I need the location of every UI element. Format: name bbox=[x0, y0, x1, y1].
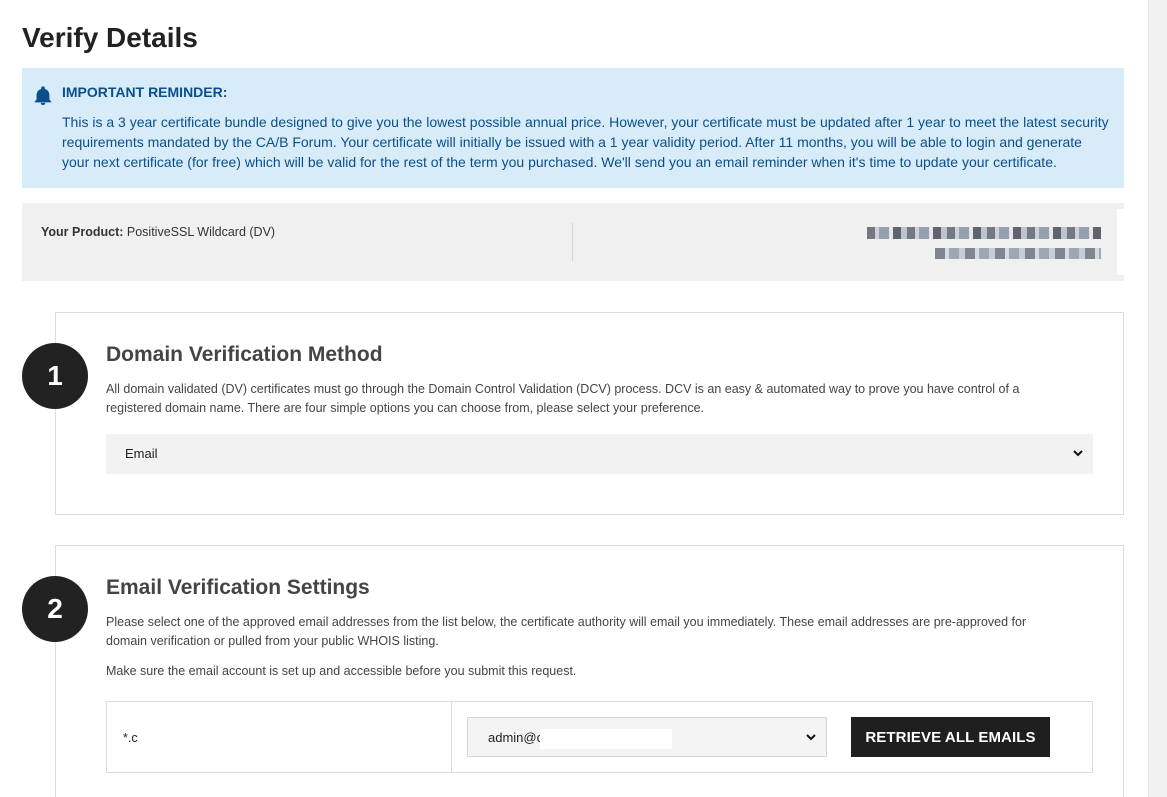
approver-email-value: admin@c bbox=[488, 730, 544, 745]
reminder-body: This is a 3 year certificate bundle desi… bbox=[62, 114, 1109, 170]
step1-title: Domain Verification Method bbox=[106, 343, 383, 366]
retrieve-all-emails-button[interactable]: RETRIEVE ALL EMAILS bbox=[851, 717, 1050, 757]
product-summary: Your Product: PositiveSSL Wildcard (DV) bbox=[22, 203, 1124, 281]
redacted-email-mask bbox=[540, 729, 672, 749]
page-scrollbar[interactable] bbox=[1148, 0, 1167, 797]
step2-description: Please select one of the approved email … bbox=[106, 615, 1027, 648]
verification-method-value: Email bbox=[125, 446, 158, 461]
product-divider bbox=[572, 223, 573, 261]
product-box-edge bbox=[1117, 209, 1124, 275]
product-info: Your Product: PositiveSSL Wildcard (DV) bbox=[41, 225, 275, 239]
email-verification-row: *.c admin@c RETRIEVE ALL EMAILS bbox=[106, 701, 1093, 773]
domain-verification-card: Domain Verification Method All domain va… bbox=[55, 312, 1124, 515]
step1-description: All domain validated (DV) certificates m… bbox=[106, 382, 1020, 415]
chevron-down-icon bbox=[806, 734, 816, 741]
important-reminder-banner: IMPORTANT REMINDER: This is a 3 year cer… bbox=[22, 68, 1124, 188]
chevron-down-icon bbox=[1073, 450, 1083, 457]
redacted-info-line-2 bbox=[935, 248, 1101, 259]
reminder-title: IMPORTANT REMINDER: bbox=[62, 84, 228, 100]
approver-email-select[interactable]: admin@c bbox=[467, 717, 827, 757]
product-value: PositiveSSL Wildcard (DV) bbox=[126, 225, 276, 239]
redacted-info-line-1 bbox=[867, 227, 1101, 239]
step-number-1: 1 bbox=[22, 343, 88, 409]
product-label: Your Product: bbox=[41, 225, 124, 239]
step2-title: Email Verification Settings bbox=[106, 576, 370, 599]
domain-name: *.c bbox=[123, 731, 138, 745]
column-divider bbox=[451, 702, 452, 772]
step2-note: Make sure the email account is set up an… bbox=[106, 664, 577, 678]
bell-icon bbox=[34, 86, 52, 106]
step-number-2: 2 bbox=[22, 576, 88, 642]
verification-method-select[interactable]: Email bbox=[106, 434, 1093, 474]
page-title: Verify Details bbox=[22, 22, 198, 53]
email-verification-card: Email Verification Settings Please selec… bbox=[55, 545, 1124, 797]
